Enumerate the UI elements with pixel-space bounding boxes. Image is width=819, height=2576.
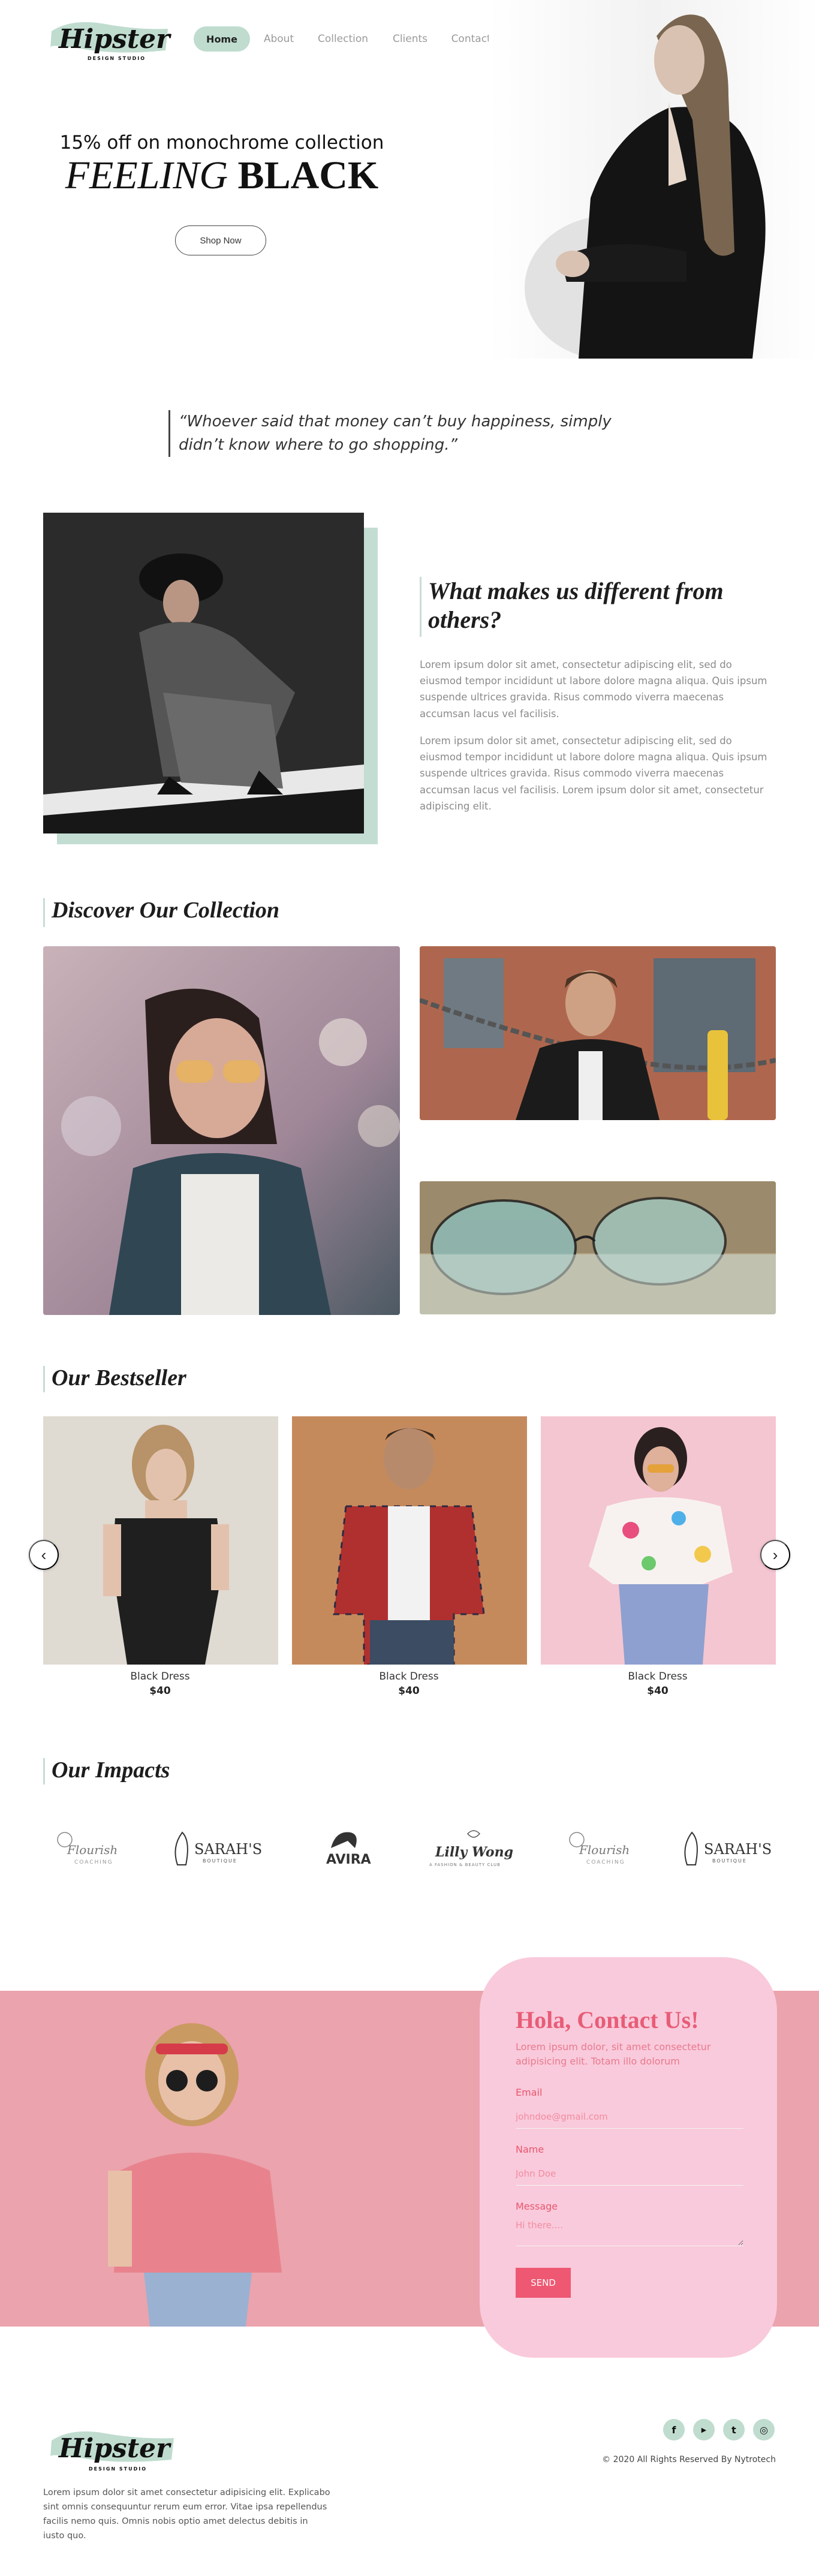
bestseller-title-bar bbox=[43, 1366, 45, 1392]
brand-name: SARAH'S bbox=[194, 1841, 262, 1858]
footer-logo-subtext: DESIGN STUDIO bbox=[89, 2466, 147, 2472]
contact-subtitle: Lorem ipsum dolor, sit amet consectetur … bbox=[516, 2041, 711, 2067]
product-image-3[interactable] bbox=[541, 1416, 776, 1665]
impacts-title: Our Impacts bbox=[52, 1758, 170, 1783]
brand-logo-avira: AVIRA bbox=[318, 1817, 372, 1877]
bestseller-next-button[interactable]: › bbox=[760, 1540, 790, 1570]
chevron-left-icon: ‹ bbox=[41, 1545, 47, 1564]
brand-name: AVIRA bbox=[326, 1852, 371, 1867]
brand-sub: COACHING bbox=[586, 1859, 625, 1865]
black-outfit-model-image bbox=[43, 513, 364, 833]
bestseller-title: Our Bestseller bbox=[52, 1365, 186, 1391]
brand-logo-sarahs: SARAH'S BOUTIQUE bbox=[167, 1817, 275, 1877]
logo-text: Hipster bbox=[58, 24, 171, 55]
brand-sub: BOUTIQUE bbox=[203, 1858, 237, 1864]
brand-sub: COACHING bbox=[74, 1859, 113, 1865]
hero-title-bold: BLACK bbox=[237, 154, 379, 197]
contact-model-image bbox=[72, 1991, 324, 2327]
nav-collection[interactable]: Collection bbox=[312, 26, 374, 52]
nav-about[interactable]: About bbox=[258, 26, 300, 52]
twitter-icon[interactable]: t bbox=[723, 2419, 745, 2440]
collection-image-denim-jacket[interactable] bbox=[43, 946, 400, 1315]
product-name: Black Dress bbox=[628, 1671, 688, 1683]
message-field[interactable] bbox=[516, 2220, 743, 2246]
brand-logo-lilly-wong: Lilly Wong A FASHION & BEAUTY CLUB bbox=[420, 1817, 528, 1877]
youtube-icon[interactable]: ▶ bbox=[693, 2419, 715, 2440]
collection-title: Discover Our Collection bbox=[52, 898, 279, 923]
difference-paragraph-2: Lorem ipsum dolor sit amet, consectetur … bbox=[420, 735, 767, 812]
message-label: Message bbox=[516, 2201, 558, 2212]
facebook-icon[interactable]: f bbox=[663, 2419, 685, 2440]
quote-text: “Whoever said that money can’t buy happi… bbox=[168, 410, 648, 457]
hero-subtitle: 15% off on monochrome collection bbox=[59, 132, 384, 154]
hero-title-italic: FEELING bbox=[65, 154, 228, 197]
collection-image-leather-jacket[interactable] bbox=[420, 946, 776, 1120]
brand-sub: BOUTIQUE bbox=[712, 1858, 747, 1864]
chevron-right-icon: › bbox=[772, 1545, 778, 1564]
impacts-title-bar bbox=[43, 1758, 45, 1784]
product-price: $40 bbox=[149, 1685, 171, 1697]
name-label: Name bbox=[516, 2144, 544, 2155]
product-name: Black Dress bbox=[379, 1671, 439, 1683]
brand-logo[interactable]: Hipster DESIGN STUDIO bbox=[48, 13, 174, 67]
product-image-1[interactable] bbox=[43, 1416, 278, 1665]
brand-sub: A FASHION & BEAUTY CLUB bbox=[429, 1862, 501, 1867]
difference-title-bar bbox=[420, 577, 421, 637]
shop-now-button[interactable]: Shop Now bbox=[175, 225, 266, 255]
bestseller-prev-button[interactable]: ‹ bbox=[29, 1540, 59, 1570]
logo-subtext: DESIGN STUDIO bbox=[88, 56, 146, 61]
collection-image-sunglasses[interactable] bbox=[420, 1181, 776, 1314]
send-button[interactable]: SEND bbox=[516, 2268, 571, 2298]
difference-title: What makes us different from others? bbox=[428, 577, 724, 633]
product-name: Black Dress bbox=[130, 1671, 190, 1683]
difference-paragraph-1: Lorem ipsum dolor sit amet, consectetur … bbox=[420, 659, 767, 720]
name-field[interactable] bbox=[516, 2162, 743, 2186]
collection-title-bar bbox=[43, 898, 45, 927]
hero-model-image bbox=[489, 0, 819, 359]
product-price: $40 bbox=[398, 1685, 420, 1697]
hero-title: FEELING BLACK bbox=[0, 153, 444, 198]
instagram-icon[interactable]: ◎ bbox=[753, 2419, 775, 2440]
product-price: $40 bbox=[647, 1685, 669, 1697]
brand-name: Lilly Wong bbox=[435, 1844, 513, 1860]
email-field[interactable] bbox=[516, 2105, 743, 2129]
brand-logo-sarahs: SARAH'S BOUTIQUE bbox=[676, 1817, 784, 1877]
footer-logo[interactable]: Hipster DESIGN STUDIO bbox=[48, 2422, 180, 2476]
product-image-2[interactable] bbox=[292, 1416, 527, 1665]
nav-clients[interactable]: Clients bbox=[386, 26, 434, 52]
brand-logo-flourish: Flourish COACHING bbox=[564, 1817, 648, 1877]
brand-name: Flourish bbox=[579, 1843, 630, 1857]
footer-description: Lorem ipsum dolor sit amet consectetur a… bbox=[43, 2488, 330, 2541]
brand-logo-flourish: Flourish COACHING bbox=[52, 1817, 136, 1877]
contact-title: Hola, Contact Us! bbox=[516, 2006, 699, 2033]
copyright-text: © 2020 All Rights Reserved By Nytrotech bbox=[602, 2455, 776, 2464]
email-label: Email bbox=[516, 2087, 543, 2098]
brand-name: Flourish bbox=[67, 1843, 118, 1857]
brand-name: SARAH'S bbox=[704, 1841, 772, 1858]
footer-logo-text: Hipster bbox=[58, 2433, 171, 2464]
nav-home[interactable]: Home bbox=[194, 26, 250, 52]
